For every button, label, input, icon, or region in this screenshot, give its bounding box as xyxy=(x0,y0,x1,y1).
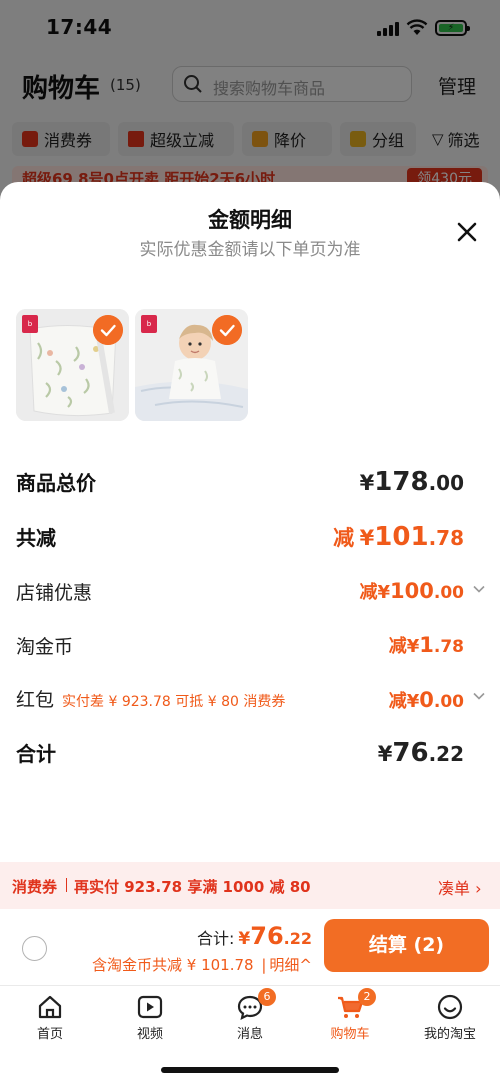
red-packet-label: 红包 实付差 ¥ 923.78 可抵 ¥ 80 消费券 xyxy=(16,689,286,711)
tab-cart[interactable]: 2 购物车 xyxy=(300,986,400,1046)
checkmark-icon[interactable] xyxy=(93,315,123,345)
total-discount-row: 共减 减 ¥101.78 xyxy=(0,522,500,558)
sheet-subtitle: 实际优惠金额请以下单页为准 xyxy=(139,240,361,260)
taobao-coins-amount: 减¥1.78 xyxy=(388,633,464,657)
detail-toggle[interactable]: 明细^ xyxy=(269,956,312,974)
brand-logo: b xyxy=(22,315,38,333)
total-amount: ¥76.22 xyxy=(377,738,464,768)
subtotal-amount: ¥178.00 xyxy=(359,467,464,497)
checkout-saved: 含淘金币共减 ¥ 101.78 | 明细^ xyxy=(92,956,312,974)
brand-logo: b xyxy=(141,315,157,333)
red-packet-note: 实付差 ¥ 923.78 可抵 ¥ 80 消费券 xyxy=(62,694,286,710)
home-indicator xyxy=(161,1067,339,1073)
checkout-total: 合计: ¥76.22 xyxy=(197,922,312,950)
checkout-bar: 合计: ¥76.22 含淘金币共减 ¥ 101.78 | 明细^ 结算 (2) xyxy=(0,909,500,985)
divider: | xyxy=(261,956,267,974)
close-icon[interactable] xyxy=(453,218,481,246)
total-discount-label: 共减 xyxy=(16,526,56,550)
coupon-strip: 消费券 再实付 923.78 享满 1000 减 80 凑单 › xyxy=(0,862,500,909)
message-badge: 6 xyxy=(258,988,276,1006)
subtotal-label: 商品总价 xyxy=(16,471,96,495)
sheet-title: 金额明细 xyxy=(208,208,292,232)
product-thumbnail-blanket[interactable]: b xyxy=(16,309,129,421)
chevron-down-icon[interactable] xyxy=(472,689,486,703)
tab-home[interactable]: 首页 xyxy=(0,986,100,1046)
video-icon xyxy=(137,995,163,1019)
store-discount-amount: 减¥100.00 xyxy=(359,579,465,603)
coupon-text: 再实付 923.78 享满 1000 减 80 xyxy=(74,878,311,896)
coupon-tag: 消费券 xyxy=(12,878,58,896)
total-discount-amount: 减 ¥101.78 xyxy=(333,522,464,552)
profile-icon xyxy=(437,994,463,1020)
tab-video[interactable]: 视频 xyxy=(100,986,200,1046)
tab-profile[interactable]: 我的淘宝 xyxy=(400,986,500,1046)
checkout-button[interactable]: 结算 (2) xyxy=(324,919,489,972)
tab-bar: 首页 视频 6 消息 2 购物车 我的淘宝 xyxy=(0,985,500,1081)
store-discount-label: 店铺优惠 xyxy=(16,582,93,604)
checkmark-icon[interactable] xyxy=(212,315,242,345)
amount-detail-sheet: 金额明细 实际优惠金额请以下单页为准 b b 商品总价 ¥178.00 共减 减… xyxy=(0,182,500,1081)
tab-messages[interactable]: 6 消息 xyxy=(200,986,300,1046)
red-packet-amount: 减¥0.00 xyxy=(388,688,464,712)
store-discount-row[interactable]: 店铺优惠 减¥100.00 xyxy=(0,578,500,610)
red-packet-row[interactable]: 红包 实付差 ¥ 923.78 可抵 ¥ 80 消费券 减¥0.00 xyxy=(0,685,500,717)
subtotal-row: 商品总价 ¥178.00 xyxy=(0,467,500,503)
select-all-checkbox[interactable] xyxy=(22,936,47,961)
product-thumbnail-baby[interactable]: b xyxy=(135,309,248,421)
taobao-coins-row: 淘金币 减¥1.78 xyxy=(0,632,500,664)
total-label: 合计 xyxy=(16,742,56,766)
home-icon xyxy=(38,995,62,1019)
cart-badge: 2 xyxy=(358,988,376,1006)
add-items-link[interactable]: 凑单 › xyxy=(438,875,482,899)
taobao-coins-label: 淘金币 xyxy=(16,636,74,658)
divider xyxy=(66,878,67,892)
total-row: 合计 ¥76.22 xyxy=(0,738,500,774)
chevron-down-icon[interactable] xyxy=(472,582,486,596)
